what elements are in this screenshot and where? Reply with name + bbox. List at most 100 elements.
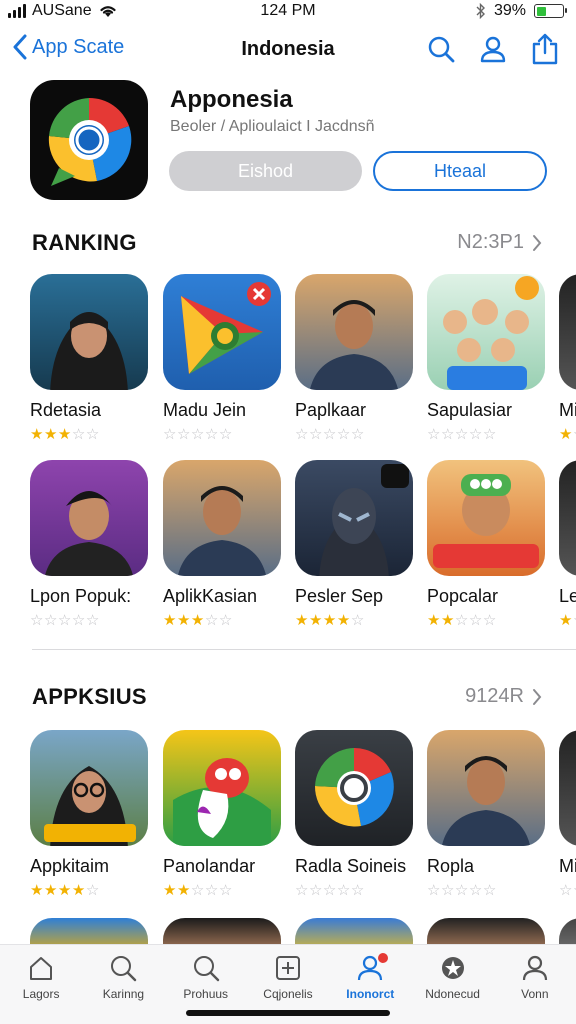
- app-tile-icon: [427, 274, 545, 390]
- star-rating: ☆☆☆☆☆: [163, 426, 233, 443]
- badge-icon: [411, 951, 493, 985]
- app-tile[interactable]: Mi ★☆☆☆☆: [559, 274, 576, 443]
- app-tile[interactable]: Popcalar ★★☆☆☆: [427, 460, 547, 629]
- app-tile-name: Pesler Sep: [295, 586, 384, 606]
- app-tile-name: Ropla: [427, 856, 475, 876]
- tab-0[interactable]: Lagors: [0, 951, 82, 1001]
- secondary-action-button[interactable]: Hteaal: [373, 151, 547, 191]
- app-tile[interactable]: Radla Soineis ☆☆☆☆☆: [295, 730, 415, 899]
- star-rating: ★★☆☆☆: [427, 612, 497, 629]
- app-tile-name: Madu Jein: [163, 400, 247, 420]
- portrait-hijab-glasses-icon: [30, 730, 148, 846]
- battery-icon: [534, 4, 567, 18]
- person-icon: [494, 951, 576, 985]
- tab-3[interactable]: Cqjonelis: [247, 951, 329, 1001]
- tab-label: Cqjonelis: [263, 987, 313, 1001]
- status-right: 39%: [476, 2, 567, 20]
- app-tile-icon: [163, 460, 281, 576]
- apps-row-1: Appkitaim ★★★★☆ Panolandar ★★☆☆☆ Radla S…: [0, 730, 576, 906]
- app-tile-icon: [559, 460, 576, 576]
- star-rating: ★★★☆☆: [163, 612, 233, 629]
- app-tile[interactable]: Panolandar ★★☆☆☆: [163, 730, 283, 899]
- app-tile-icon: [295, 730, 413, 846]
- chevron-right-icon: [533, 688, 542, 705]
- apps-see-all[interactable]: 9124R: [465, 685, 542, 708]
- tab-6[interactable]: Vonn: [494, 951, 576, 1001]
- app-tile-icon: [559, 730, 576, 846]
- app-tile-icon: [30, 274, 148, 390]
- search-icon: [82, 951, 164, 985]
- app-tile[interactable]: AplikKasian ★★★☆☆: [163, 460, 283, 629]
- ranking-row-1: Rdetasia ★★★☆☆ Madu Jein ☆☆☆☆☆ Paplkaar …: [0, 274, 576, 450]
- share-icon: [532, 33, 558, 65]
- search-button[interactable]: [426, 32, 456, 66]
- robot-hero-icon: [295, 460, 413, 576]
- app-tile[interactable]: Madu Jein ☆☆☆☆☆: [163, 274, 283, 443]
- portrait-boy-icon: [30, 460, 148, 576]
- ranking-row-2: Lpon Popuk: ☆☆☆☆☆ AplikKasian ★★★☆☆ Pesl…: [0, 460, 576, 636]
- app-tile[interactable]: Paplkaar ☆☆☆☆☆: [295, 274, 415, 443]
- chevron-left-icon: [13, 34, 27, 60]
- tab-label: Inonorct: [346, 987, 395, 1001]
- group-cartoon-icon: [427, 274, 545, 390]
- star-rating: ★☆☆☆☆: [559, 426, 576, 443]
- app-tile[interactable]: Ropla ☆☆☆☆☆: [427, 730, 547, 899]
- app-tile-name: Mi: [559, 400, 576, 420]
- back-button[interactable]: App Scate: [12, 34, 124, 60]
- star-rating: ☆☆☆☆☆: [30, 612, 100, 629]
- app-logo-icon: [30, 80, 148, 200]
- star-rating: ☆☆☆☆☆: [295, 882, 365, 899]
- app-header: Apponesia Beoler / Aplioulaict I Jacdnsñ…: [0, 78, 576, 208]
- ranking-see-all[interactable]: N2:3Ρ1: [457, 231, 542, 254]
- app-tile-icon: [163, 730, 281, 846]
- portrait-man-icon: [163, 460, 281, 576]
- search-icon: [428, 36, 455, 63]
- tab-label: Prohuus: [183, 987, 229, 1001]
- app-icon: [559, 274, 576, 390]
- app-tile[interactable]: Sapulasiar ☆☆☆☆☆: [427, 274, 547, 443]
- app-tile-name: Appkitaim: [30, 856, 110, 876]
- tab-1[interactable]: Karinng: [82, 951, 164, 1001]
- section-divider: [32, 649, 576, 650]
- back-label: App Scate: [32, 35, 125, 58]
- app-tile-name: Rdetasia: [30, 400, 102, 420]
- star-rating: ★★★★☆: [30, 882, 100, 899]
- star-rating: ☆☆☆☆☆: [427, 882, 497, 899]
- app-tile[interactable]: Pesler Sep ★★★★☆: [295, 460, 415, 629]
- app-tile[interactable]: Rdetasia ★★★☆☆: [30, 274, 150, 443]
- primary-action-button[interactable]: Eishod: [169, 151, 362, 191]
- portrait-hijab-icon: [30, 274, 148, 390]
- battery-fill: [536, 6, 547, 16]
- app-tile-name: Paplkaar: [295, 400, 367, 420]
- app-tile[interactable]: Mi ☆☆☆☆☆: [559, 730, 576, 899]
- portrait-man-icon: [295, 274, 413, 390]
- person-icon: [480, 36, 506, 63]
- tab-4[interactable]: Inonorct: [329, 951, 411, 1001]
- tab-2[interactable]: Prohuus: [165, 951, 247, 1001]
- app-tile-name: Panolandar: [163, 856, 256, 876]
- app-tile-icon: [559, 274, 576, 390]
- home-indicator: [186, 1010, 390, 1016]
- app-tile[interactable]: Lpon Popuk: ☆☆☆☆☆: [30, 460, 150, 629]
- search-icon: [165, 951, 247, 985]
- app-tile-icon: [427, 730, 545, 846]
- app-tile-name: Radla Soineis: [295, 856, 407, 876]
- person-icon: [329, 951, 411, 985]
- home-icon: [0, 951, 82, 985]
- app-subtitle: Beoler / Aplioulaict I Jacdnsñ: [170, 118, 375, 135]
- account-button[interactable]: [478, 32, 508, 66]
- ranking-title: RANKING: [32, 230, 137, 255]
- app-tile-name: Le: [559, 586, 576, 606]
- app-tile[interactable]: Le ★☆☆☆☆: [559, 460, 576, 629]
- app-tile-icon: [163, 274, 281, 390]
- app-tile-icon: [295, 460, 413, 576]
- star-rating: ☆☆☆☆☆: [427, 426, 497, 443]
- nav-bar: App Scate Indonesia: [0, 30, 576, 74]
- app-tile[interactable]: Appkitaim ★★★★☆: [30, 730, 150, 899]
- share-button[interactable]: [530, 32, 560, 66]
- app-tile-name: AplikKasian: [163, 586, 258, 606]
- battery-percent: 39%: [493, 2, 526, 19]
- tab-label: Vonn: [521, 987, 549, 1001]
- tab-5[interactable]: Ndonecud: [411, 951, 493, 1001]
- app-tile-name: Mi: [559, 856, 576, 876]
